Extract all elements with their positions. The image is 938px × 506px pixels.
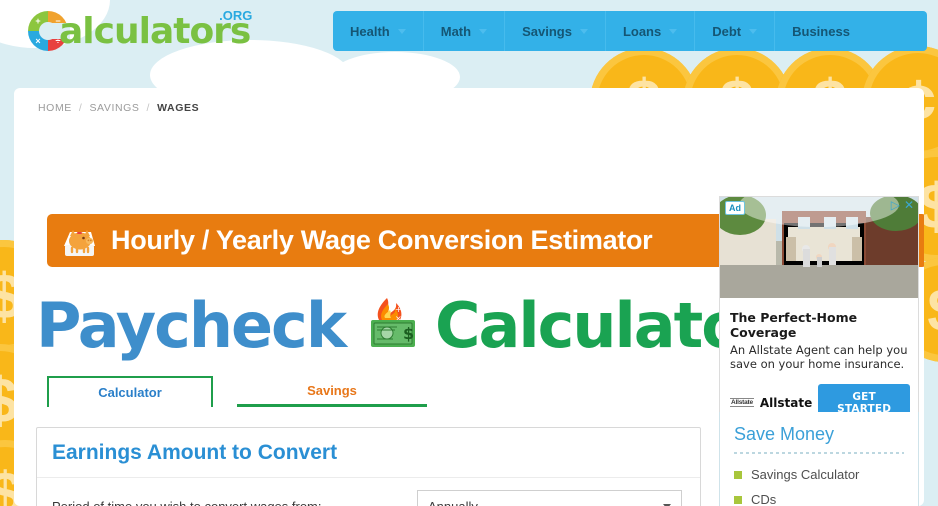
period-select[interactable]: Annually bbox=[417, 489, 682, 506]
chevron-down-icon bbox=[749, 28, 758, 34]
advertisement[interactable]: Ad ▷ ✕ The Perfect-Home Coverage An Alls… bbox=[719, 196, 919, 433]
nav-item-loans[interactable]: Loans bbox=[606, 11, 696, 51]
chevron-down-icon bbox=[579, 28, 588, 34]
form-label-period: Period of time you wish to convert wages… bbox=[52, 498, 322, 506]
breadcrumb-separator: / bbox=[146, 102, 151, 114]
ad-badge: Ad bbox=[725, 201, 745, 215]
close-icon[interactable]: ✕ bbox=[904, 199, 914, 211]
divider bbox=[734, 452, 904, 454]
breadcrumb: HOME / SAVINGS / WAGES bbox=[38, 102, 199, 114]
save-money-panel: Save Money Savings Calculator CDs bbox=[719, 412, 919, 506]
page-title: Hourly / Yearly Wage Conversion Estimato… bbox=[111, 225, 653, 255]
chevron-down-icon bbox=[479, 28, 488, 34]
nav-item-debt[interactable]: Debt bbox=[695, 11, 776, 51]
nav-item-label: Loans bbox=[622, 23, 662, 39]
nav-item-health[interactable]: Health bbox=[333, 11, 424, 51]
tab-bar: Calculator Savings bbox=[47, 376, 707, 407]
play-icon[interactable]: ▷ bbox=[891, 199, 900, 211]
bullet-icon bbox=[734, 470, 742, 479]
burning-dollar-bill-icon: + × $ bbox=[357, 294, 423, 356]
ad-brand-name: Allstate bbox=[759, 395, 813, 410]
sidebar-item-label: CDs bbox=[751, 492, 777, 506]
nav-item-savings[interactable]: Savings bbox=[505, 11, 606, 51]
earnings-form: Earnings Amount to Convert Period of tim… bbox=[36, 427, 701, 506]
main-navigation: Health Math Savings Loans Debt Business bbox=[333, 11, 927, 51]
hero-word-paycheck: Paycheck bbox=[36, 288, 347, 362]
nav-item-business[interactable]: Business bbox=[775, 11, 867, 51]
nav-item-math[interactable]: Math bbox=[424, 11, 506, 51]
tab-label: Calculator bbox=[98, 385, 162, 400]
tab-savings[interactable]: Savings bbox=[237, 376, 427, 407]
ad-title: The Perfect-Home Coverage bbox=[730, 310, 858, 340]
site-logo[interactable]: + − × ÷ alculators .ORG bbox=[28, 7, 253, 52]
period-select-value: Annually bbox=[428, 498, 478, 506]
breadcrumb-savings[interactable]: SAVINGS bbox=[89, 102, 139, 114]
tab-label: Savings bbox=[307, 382, 357, 398]
hero-heading: Paycheck + × $ Calculator bbox=[36, 284, 772, 366]
chevron-down-icon bbox=[397, 28, 406, 34]
tab-calculator[interactable]: Calculator bbox=[47, 376, 213, 407]
sidebar-item-cds[interactable]: CDs bbox=[720, 487, 918, 506]
breadcrumb-home[interactable]: HOME bbox=[38, 102, 72, 114]
ad-description: An Allstate Agent can help you save on y… bbox=[730, 343, 908, 372]
bullet-icon bbox=[734, 495, 742, 504]
save-money-title: Save Money bbox=[734, 424, 835, 444]
site-header: + − × ÷ alculators .ORG Health Math Savi… bbox=[0, 0, 938, 62]
sidebar-item-label: Savings Calculator bbox=[751, 467, 860, 482]
nav-item-label: Business bbox=[792, 23, 850, 39]
breadcrumb-current: WAGES bbox=[157, 102, 200, 114]
svg-text:+: + bbox=[395, 305, 402, 314]
form-section-title: Earnings Amount to Convert bbox=[52, 441, 338, 464]
nav-item-label: Savings bbox=[522, 23, 572, 39]
logo-tld-text: .ORG bbox=[219, 7, 253, 23]
nav-item-label: Debt bbox=[712, 23, 742, 39]
piggy-bank-icon bbox=[61, 224, 99, 258]
svg-text:$: $ bbox=[403, 324, 414, 343]
chevron-down-icon bbox=[669, 28, 678, 34]
form-row-period: Period of time you wish to convert wages… bbox=[37, 477, 700, 506]
ad-controls: ▷ ✕ bbox=[891, 199, 914, 211]
breadcrumb-separator: / bbox=[78, 102, 83, 114]
sidebar-item-savings-calculator[interactable]: Savings Calculator bbox=[720, 462, 918, 487]
nav-item-label: Health bbox=[350, 23, 390, 39]
ad-image[interactable]: Ad ▷ ✕ bbox=[720, 197, 918, 298]
allstate-logo-icon: Allstate bbox=[730, 398, 754, 408]
nav-item-label: Math bbox=[440, 23, 472, 39]
